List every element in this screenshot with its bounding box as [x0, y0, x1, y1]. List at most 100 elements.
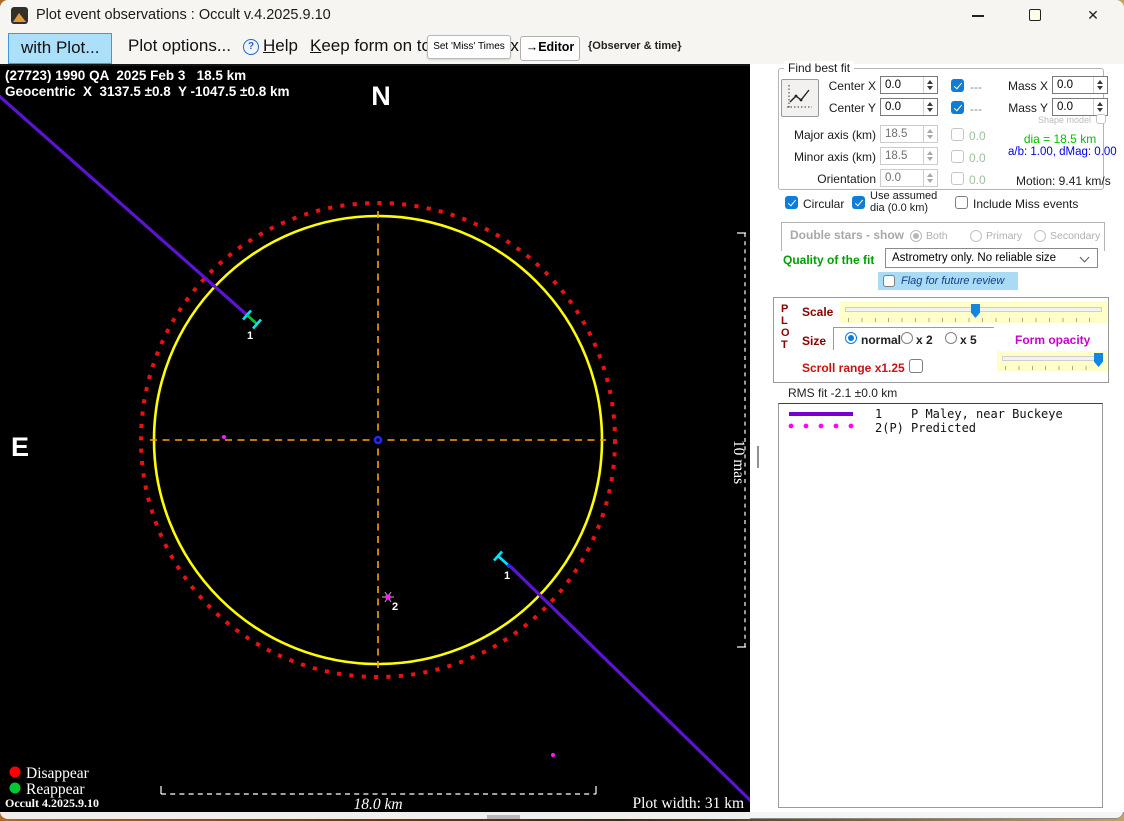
menu-help[interactable]: Help	[263, 30, 298, 62]
north-label: N	[371, 81, 391, 111]
quality-fit-dropdown[interactable]: Astrometry only. No reliable size	[885, 248, 1098, 268]
menu-keep-form-label: Keep form on top	[310, 30, 440, 62]
plot-letter-p: P	[781, 303, 788, 315]
title-bar: Plot event observations : Occult v.4.202…	[0, 0, 1124, 30]
orientation-spinner[interactable]: 0.0	[880, 169, 938, 187]
major-axis-spinner[interactable]: 18.5	[880, 125, 938, 143]
bottom-strip	[0, 812, 750, 819]
form-opacity-track	[1002, 356, 1102, 361]
form-opacity-thumb[interactable]	[1094, 353, 1103, 367]
double-stars-both-label: Both	[926, 230, 948, 242]
close-icon[interactable]: ✕	[1070, 0, 1116, 30]
plot-area[interactable]: 1 1 2 10 mas	[0, 64, 750, 812]
scale-label: Scale	[802, 305, 833, 319]
mass-y-label: Mass Y	[980, 101, 1048, 115]
plot-header-line1: (27723) 1990 QA 2025 Feb 3 18.5 km	[5, 68, 246, 83]
reappear-point	[507, 564, 511, 568]
chord1-label-reappear: 1	[504, 570, 510, 582]
reappear-errorbar-span	[498, 556, 508, 565]
plot-version-label: Occult 4.2025.9.10	[5, 796, 99, 810]
observation-num: 1	[875, 407, 882, 421]
mass-x-spin-arrows[interactable]	[1093, 77, 1107, 93]
app-icon	[11, 7, 28, 24]
double-stars-secondary-radio[interactable]	[1034, 230, 1046, 242]
major-axis-unc: 0.0	[969, 129, 986, 143]
circular-checkbox[interactable]	[785, 196, 798, 209]
center-y-spinner[interactable]: 0.0	[880, 98, 938, 116]
maximize-icon[interactable]	[1012, 0, 1058, 30]
dia-label: dia = 18.5 km	[1016, 132, 1104, 146]
orientation-unc: 0.0	[969, 173, 986, 187]
center-x-value: 0.0	[885, 79, 901, 91]
use-assumed-checkbox[interactable]	[852, 196, 865, 209]
horizontal-scrollbar-thumb[interactable]	[487, 815, 520, 819]
plot-header-line2: Geocentric X 3137.5 ±0.8 Y -1047.5 ±0.8 …	[5, 84, 290, 99]
major-axis-spin-arrows	[923, 126, 937, 142]
observations-list[interactable]: 1 P Maley, near Buckeye 2(P) Predicted	[778, 403, 1103, 808]
double-stars-both-radio[interactable]	[910, 230, 922, 242]
disappear-label: Disappear	[26, 765, 90, 782]
observation-name: P Maley, near Buckeye	[911, 407, 1063, 421]
mass-x-value: 0.0	[1057, 79, 1073, 91]
mass-y-spin-arrows[interactable]	[1093, 99, 1107, 115]
size-normal-radio[interactable]	[845, 332, 857, 344]
plot-canvas[interactable]: 1 1 2 10 mas	[0, 66, 750, 812]
chord1-approach-segment	[0, 95, 247, 315]
rms-fit-label: RMS fit -2.1 ±0.0 km	[788, 386, 897, 400]
size-x2-radio[interactable]	[901, 332, 913, 344]
minor-axis-value: 18.5	[885, 150, 907, 162]
plot-letter-o: O	[781, 327, 790, 339]
km-scale-bar	[161, 786, 596, 794]
menu-with-plot[interactable]: with Plot...	[8, 33, 112, 64]
major-axis-label: Major axis (km)	[777, 128, 876, 142]
scroll-range-checkbox[interactable]	[909, 359, 923, 373]
center-y-label: Center Y	[790, 101, 876, 115]
center-x-checkbox[interactable]	[951, 79, 964, 92]
plot-letter-l: L	[781, 315, 788, 327]
window-title: Plot event observations : Occult v.4.202…	[36, 0, 331, 30]
center-y-spin-arrows[interactable]	[923, 99, 937, 115]
predicted-marker-label: 2	[392, 601, 398, 613]
major-axis-checkbox[interactable]	[951, 128, 964, 141]
double-stars-primary-radio[interactable]	[970, 230, 982, 242]
center-marker	[375, 437, 381, 443]
center-x-spinner[interactable]: 0.0	[880, 76, 938, 94]
shape-model-checkbox[interactable]	[1096, 114, 1106, 124]
editor-button[interactable]: →Editor	[520, 36, 580, 61]
size-normal-label: normal	[861, 333, 901, 347]
minimize-icon[interactable]	[955, 0, 1001, 30]
size-x5-radio[interactable]	[945, 332, 957, 344]
observation-name: Predicted	[911, 421, 976, 435]
scale-slider-ticks	[848, 318, 1099, 322]
scale-slider-thumb[interactable]	[971, 304, 980, 318]
menu-keep-form-on-top[interactable]: Keep form on top	[310, 30, 440, 62]
double-stars-secondary-label: Secondary	[1050, 230, 1100, 242]
mas-scale-label: 10 mas	[730, 440, 747, 484]
scale-slider[interactable]	[840, 302, 1107, 323]
reappear-dot	[10, 783, 21, 794]
center-y-checkbox[interactable]	[951, 101, 964, 114]
minor-axis-spin-arrows	[923, 148, 937, 164]
mass-x-spinner[interactable]: 0.0	[1052, 76, 1108, 94]
include-miss-checkbox[interactable]	[955, 196, 968, 209]
right-panel: Find best fit Center X 0.0 --- Mass X 0.…	[750, 64, 1124, 812]
splitter-handle[interactable]	[757, 446, 759, 468]
small-point-2	[551, 753, 555, 757]
flag-review-checkbox[interactable]	[883, 275, 895, 287]
set-miss-times-button[interactable]: Set 'Miss' Times	[427, 35, 511, 59]
orientation-checkbox[interactable]	[951, 172, 964, 185]
minor-axis-spinner[interactable]: 18.5	[880, 147, 938, 165]
center-x-spin-arrows[interactable]	[923, 77, 937, 93]
help-icon[interactable]: ?	[243, 39, 259, 55]
double-stars-primary-label: Primary	[986, 230, 1022, 242]
menu-plot-options[interactable]: Plot options...	[128, 30, 231, 62]
size-label: Size	[802, 334, 826, 348]
circular-label: Circular	[803, 197, 844, 211]
chord1-swatch	[789, 412, 853, 416]
minor-axis-checkbox[interactable]	[951, 150, 964, 163]
scroll-range-label: Scroll range x1.25	[802, 361, 905, 375]
form-opacity-slider[interactable]	[997, 351, 1107, 371]
menu-bar: with Plot... Plot options... ? Help Keep…	[0, 30, 1124, 65]
disappear-dot	[10, 767, 21, 778]
plot-letter-t: T	[781, 339, 788, 351]
